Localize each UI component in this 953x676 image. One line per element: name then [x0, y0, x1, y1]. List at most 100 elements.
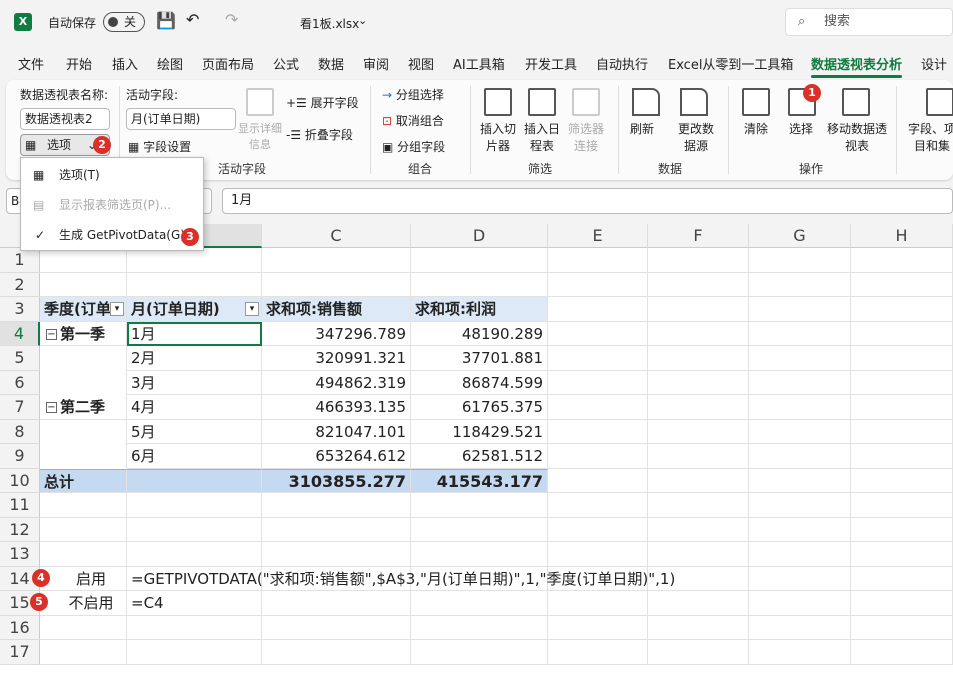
- cell-empty[interactable]: [648, 591, 749, 616]
- insert-timeline-button[interactable]: 插入日程表: [522, 120, 562, 154]
- cell-empty[interactable]: [548, 591, 648, 616]
- cell-empty[interactable]: [851, 640, 953, 665]
- cell-empty[interactable]: [40, 640, 127, 665]
- active-field-input[interactable]: 月(订单日期): [126, 108, 236, 130]
- tab-14[interactable]: 设计: [921, 54, 947, 73]
- cell-empty[interactable]: [851, 566, 953, 591]
- label-disabled[interactable]: 不启用: [40, 591, 127, 616]
- pivot-header[interactable]: 求和项:销售额: [262, 297, 411, 322]
- cell-empty[interactable]: [127, 493, 262, 518]
- cell-empty[interactable]: [40, 615, 127, 640]
- row-header-5[interactable]: 5: [0, 346, 40, 371]
- cell-empty[interactable]: [548, 517, 648, 542]
- menu-item-generate-getpivotdata[interactable]: ✓ 生成 GetPivotData(G): [21, 221, 203, 249]
- tab-3[interactable]: 绘图: [157, 54, 183, 73]
- total-cell[interactable]: 总计: [40, 468, 127, 493]
- cell-empty[interactable]: [262, 542, 411, 567]
- pivot-header[interactable]: 求和项:利润: [411, 297, 548, 322]
- autosave-toggle[interactable]: 关: [103, 12, 145, 32]
- tab-1[interactable]: 开始: [66, 54, 92, 73]
- cell-empty[interactable]: [749, 468, 851, 493]
- cell-empty[interactable]: [411, 248, 548, 273]
- cell-empty[interactable]: [548, 272, 648, 297]
- cell-empty[interactable]: [749, 346, 851, 371]
- cell-empty[interactable]: [749, 566, 851, 591]
- spreadsheet-grid[interactable]: ABCDEFGH1234567891011121314151617季度(订单日期…: [0, 224, 953, 676]
- row-header-10[interactable]: 10: [0, 468, 40, 493]
- collapse-icon[interactable]: −: [46, 402, 57, 413]
- row-header-2[interactable]: 2: [0, 272, 40, 297]
- column-header-D[interactable]: D: [411, 224, 548, 248]
- cell-empty[interactable]: [648, 248, 749, 273]
- menu-item-show-filter-pages[interactable]: ▤ 显示报表筛选页(P)...: [21, 191, 203, 219]
- pivot-cell[interactable]: 494862.319: [262, 370, 411, 395]
- cell-empty[interactable]: [851, 346, 953, 371]
- cell-empty[interactable]: [548, 248, 648, 273]
- cell-empty[interactable]: [851, 444, 953, 469]
- cell-empty[interactable]: [548, 321, 648, 346]
- cell-empty[interactable]: [648, 517, 749, 542]
- cell-empty[interactable]: [648, 640, 749, 665]
- cell-empty[interactable]: [851, 395, 953, 420]
- total-cell[interactable]: 3103855.277: [262, 468, 411, 493]
- total-cell[interactable]: [127, 468, 262, 493]
- chevron-down-icon[interactable]: ⌄: [358, 14, 367, 27]
- field-settings-button[interactable]: ▦ 字段设置: [128, 138, 191, 155]
- cell-empty[interactable]: [548, 346, 648, 371]
- quarter-cell[interactable]: [40, 346, 127, 371]
- menu-item-options[interactable]: ▦ 选项(T): [21, 161, 203, 189]
- group-selection-button[interactable]: → 分组选择: [382, 86, 444, 103]
- tab-10[interactable]: 开发工具: [525, 54, 577, 73]
- filter-dropdown-icon[interactable]: ▾: [110, 302, 124, 316]
- pivot-cell[interactable]: 347296.789: [262, 321, 411, 346]
- cell-empty[interactable]: [749, 248, 851, 273]
- cell-empty[interactable]: [648, 395, 749, 420]
- group-field-button[interactable]: ▣ 分组字段: [382, 138, 445, 155]
- cell-empty[interactable]: [648, 444, 749, 469]
- formula-text[interactable]: =GETPIVOTDATA("求和项:销售额",$A$3,"月(订单日期)",1…: [127, 567, 675, 591]
- pivot-cell[interactable]: 320991.321: [262, 346, 411, 371]
- cell-empty[interactable]: [648, 419, 749, 444]
- pivot-cell[interactable]: 86874.599: [411, 370, 548, 395]
- cell-empty[interactable]: [411, 615, 548, 640]
- formula-input[interactable]: 1月: [222, 188, 953, 214]
- cell-empty[interactable]: [262, 248, 411, 273]
- pivot-cell[interactable]: 653264.612: [262, 444, 411, 469]
- cell-empty[interactable]: [127, 640, 262, 665]
- cell-empty[interactable]: [749, 272, 851, 297]
- cell-empty[interactable]: [749, 640, 851, 665]
- cell-empty[interactable]: [851, 297, 953, 322]
- change-source-button[interactable]: 更改数据源: [674, 120, 718, 154]
- tab-7[interactable]: 审阅: [363, 54, 389, 73]
- select-button[interactable]: 选择: [789, 120, 813, 137]
- drill-down-button[interactable]: 显示详细信息: [238, 120, 282, 152]
- pivot-cell[interactable]: 61765.375: [411, 395, 548, 420]
- cell-empty[interactable]: [411, 640, 548, 665]
- cell-empty[interactable]: [127, 248, 262, 273]
- fields-items-sets-button[interactable]: 字段、项目和集: [904, 120, 953, 154]
- cell-empty[interactable]: [262, 640, 411, 665]
- file-name[interactable]: 看1板.xlsx: [300, 15, 359, 32]
- cell-empty[interactable]: [749, 444, 851, 469]
- search-box[interactable]: ⌕ 搜索: [785, 8, 953, 36]
- collapse-icon[interactable]: −: [46, 328, 57, 340]
- cell-empty[interactable]: [749, 591, 851, 616]
- row-header-1[interactable]: 1: [0, 248, 40, 273]
- cell-empty[interactable]: [851, 468, 953, 493]
- pivot-cell[interactable]: 48190.289: [411, 321, 548, 346]
- cell-empty[interactable]: [411, 542, 548, 567]
- cell-empty[interactable]: [749, 321, 851, 346]
- cell-empty[interactable]: [40, 493, 127, 518]
- cell-empty[interactable]: [648, 370, 749, 395]
- pivot-cell[interactable]: 5月: [127, 419, 262, 444]
- cell-empty[interactable]: [648, 272, 749, 297]
- row-header-8[interactable]: 8: [0, 419, 40, 444]
- label-enabled[interactable]: 启用: [40, 566, 127, 591]
- cell-empty[interactable]: [851, 272, 953, 297]
- row-header-6[interactable]: 6: [0, 370, 40, 395]
- cell-empty[interactable]: [749, 297, 851, 322]
- tab-13[interactable]: 数据透视表分析: [811, 54, 903, 78]
- tab-5[interactable]: 公式: [273, 54, 299, 73]
- cell-empty[interactable]: [851, 370, 953, 395]
- row-header-7[interactable]: 7: [0, 395, 40, 420]
